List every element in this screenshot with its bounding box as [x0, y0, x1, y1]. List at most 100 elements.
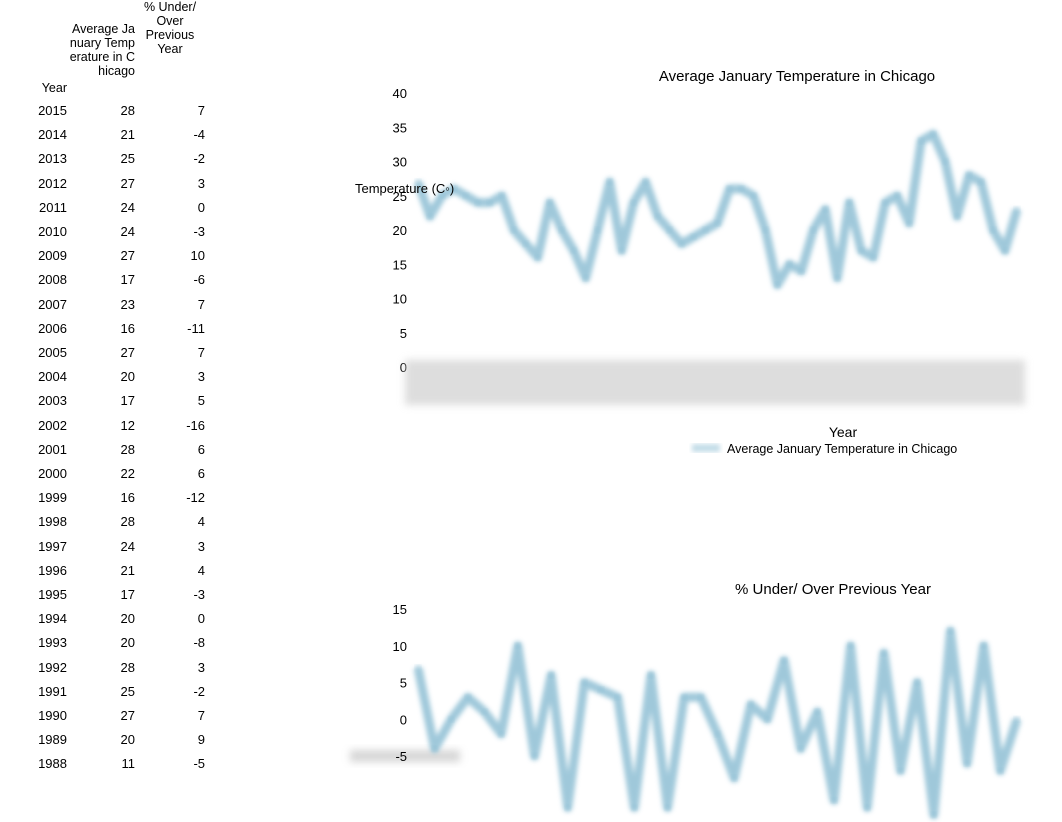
- data-point: [464, 694, 471, 701]
- chart-title: % Under/ Over Previous Year: [735, 581, 931, 598]
- percent-change-chart: % Under/ Over Previous Year 15 10 5 0 -5: [350, 581, 1025, 820]
- data-point: [690, 233, 697, 240]
- data-point: [930, 811, 937, 818]
- data-point: [426, 213, 433, 220]
- data-point: [614, 694, 621, 701]
- data-point: [498, 192, 505, 199]
- data-point: [774, 281, 781, 288]
- data-point: [630, 199, 637, 206]
- data-point: [462, 192, 469, 199]
- y-tick-label: 15: [393, 257, 407, 272]
- data-point: [797, 745, 804, 752]
- data-point: [798, 268, 805, 275]
- data-point: [966, 172, 973, 179]
- data-point: [546, 199, 553, 206]
- y-tick-label: 40: [393, 86, 407, 101]
- data-point: [642, 179, 649, 186]
- data-point: [474, 199, 481, 206]
- data-point: [581, 679, 588, 686]
- y-tick-label: 0: [400, 712, 407, 727]
- charts: Average January Temperature in Chicago 4…: [350, 68, 1025, 820]
- data-point: [747, 701, 754, 708]
- data-point: [786, 261, 793, 268]
- y-tick-label: 20: [393, 223, 407, 238]
- data-point: [882, 199, 889, 206]
- data-point: [606, 179, 613, 186]
- data-point: [880, 650, 887, 657]
- data-point: [870, 254, 877, 261]
- data-point: [618, 247, 625, 254]
- data-point: [918, 137, 925, 144]
- data-point: [714, 730, 721, 737]
- data-point: [678, 240, 685, 247]
- data-point: [731, 775, 738, 782]
- data-point: [894, 192, 901, 199]
- data-point: [564, 804, 571, 811]
- data-point: [738, 185, 745, 192]
- data-point: [781, 657, 788, 664]
- y-tick-label: -5: [395, 749, 407, 764]
- temperature-chart: Average January Temperature in Chicago 4…: [355, 68, 1025, 456]
- data-point: [990, 227, 997, 233]
- data-point: [666, 227, 673, 233]
- data-point: [510, 227, 517, 233]
- data-point: [830, 797, 837, 804]
- data-point: [531, 753, 538, 759]
- data-point: [697, 694, 704, 701]
- data-point: [762, 227, 769, 233]
- data-point: [548, 672, 555, 679]
- y-tick-label: 10: [393, 639, 407, 654]
- data-point: [1014, 716, 1020, 723]
- data-point: [822, 206, 829, 213]
- series-line: [413, 129, 1022, 290]
- data-point: [681, 694, 688, 701]
- y-tick-label: 15: [393, 602, 407, 617]
- data-point: [964, 760, 971, 767]
- data-point: [942, 158, 949, 165]
- x-axis-tick-labels: [405, 360, 1025, 405]
- data-point: [486, 199, 493, 206]
- data-point: [570, 247, 577, 254]
- data-point: [631, 804, 638, 811]
- data-point: [810, 227, 817, 233]
- data-point: [764, 716, 771, 723]
- y-tick-label: 10: [393, 292, 407, 307]
- y-axis-label: Temperature (C◦): [355, 181, 454, 196]
- series-line: [413, 626, 1022, 820]
- data-point: [664, 804, 671, 811]
- chart-title: Average January Temperature in Chicago: [659, 68, 935, 85]
- data-point: [978, 179, 985, 186]
- data-point: [914, 679, 921, 686]
- legend-swatch: [692, 444, 720, 452]
- data-point: [954, 213, 961, 220]
- data-point: [582, 274, 589, 281]
- data-point: [846, 199, 853, 206]
- data-point: [847, 642, 854, 649]
- y-tick-label: 5: [400, 676, 407, 691]
- data-point: [906, 220, 913, 227]
- data-point: [1002, 247, 1009, 254]
- data-point: [448, 716, 455, 723]
- data-point: [997, 767, 1004, 774]
- data-point: [654, 213, 661, 220]
- data-point: [522, 240, 529, 247]
- data-point: [558, 227, 565, 233]
- legend-entry: Average January Temperature in Chicago: [727, 442, 957, 456]
- data-point: [598, 686, 605, 693]
- data-point: [481, 708, 488, 715]
- data-point: [714, 220, 721, 227]
- data-point: [897, 767, 904, 774]
- data-point: [947, 628, 954, 635]
- y-tick-label: 35: [393, 120, 407, 135]
- data-point: [534, 254, 541, 261]
- data-point: [647, 672, 654, 679]
- data-point: [858, 247, 865, 254]
- data-point: [980, 642, 987, 649]
- y-tick-label: 30: [393, 155, 407, 170]
- y-tick-label: 5: [400, 326, 407, 341]
- data-point: [834, 274, 841, 281]
- data-point: [498, 730, 505, 737]
- data-point: [864, 804, 871, 811]
- x-axis-label: Year: [829, 424, 858, 440]
- data-point: [431, 745, 438, 752]
